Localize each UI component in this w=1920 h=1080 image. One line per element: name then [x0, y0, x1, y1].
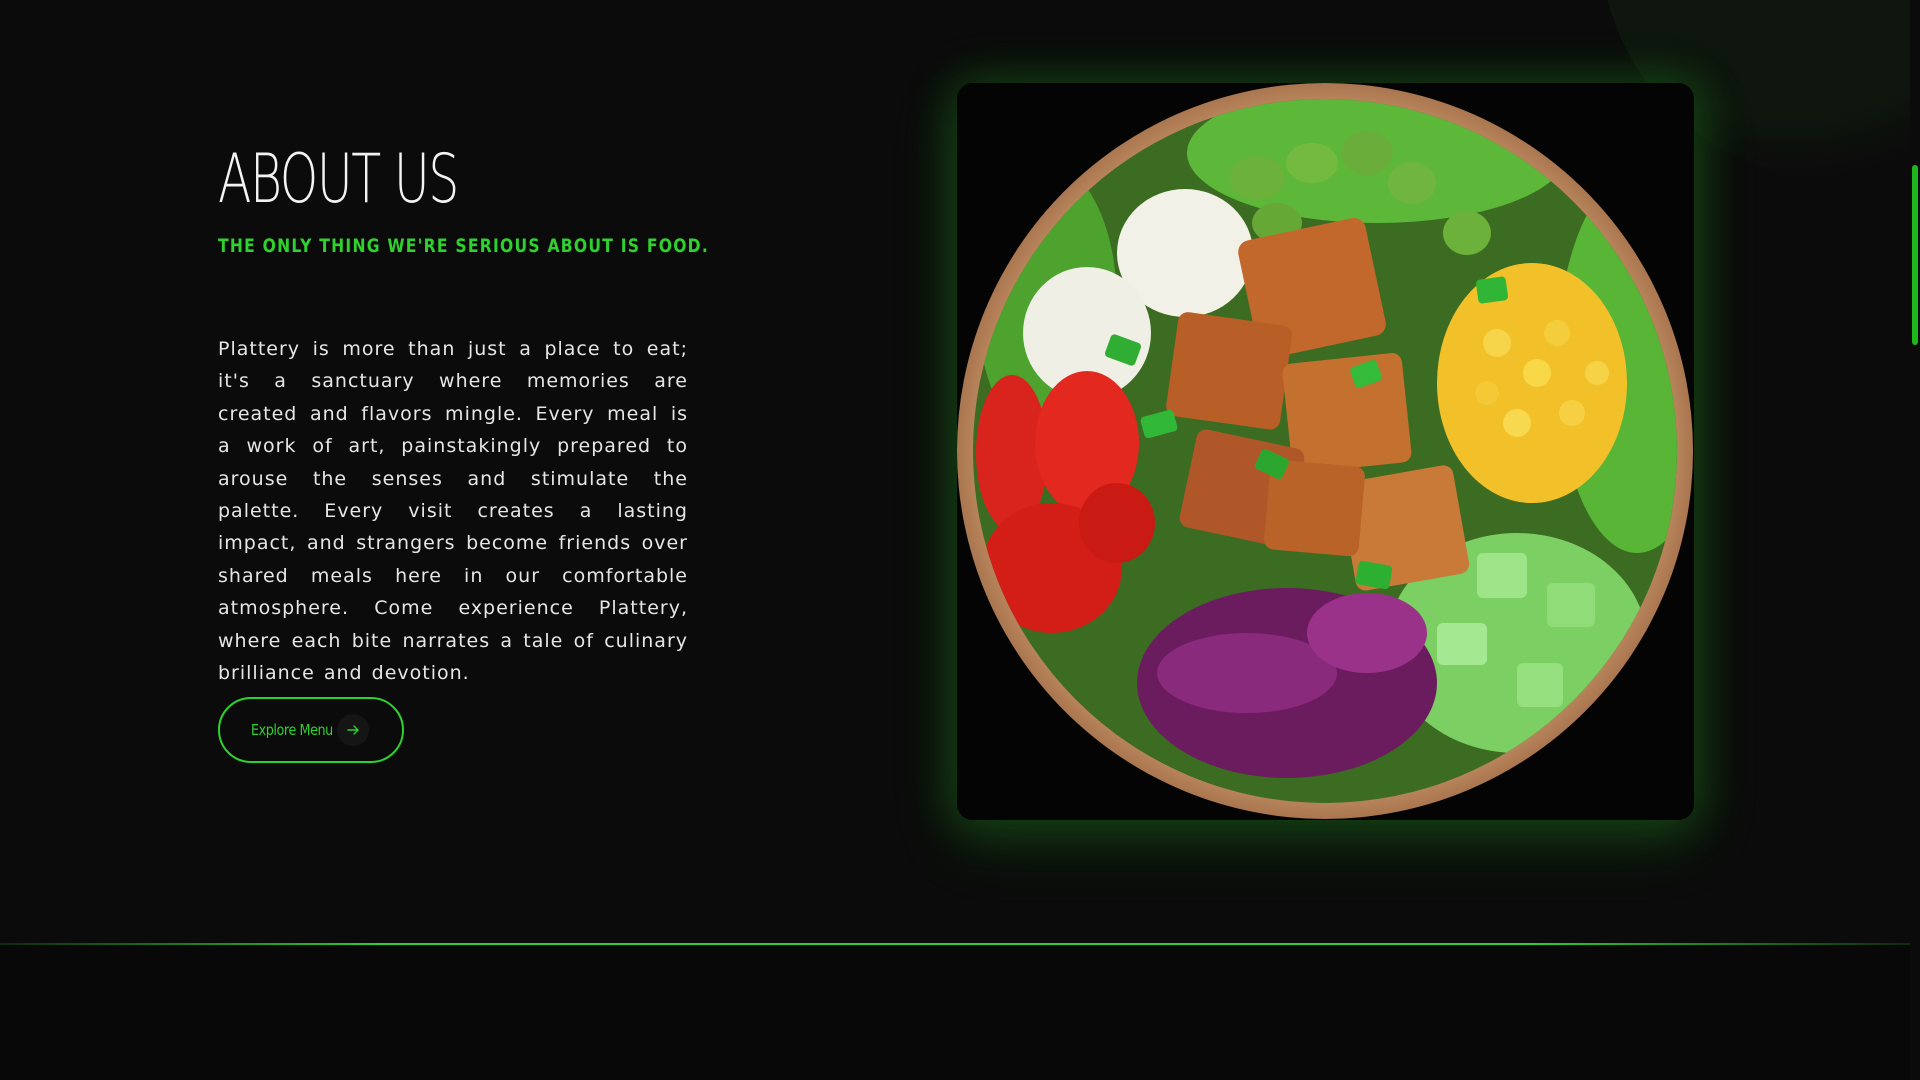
scrollbar-thumb[interactable] [1912, 165, 1918, 345]
salad-bowl-image [957, 83, 1694, 820]
explore-menu-label: Explore Menu [251, 721, 333, 739]
about-section: ABOUT US THE ONLY THING WE'RE SERIOUS AB… [0, 0, 1910, 945]
explore-menu-button[interactable]: Explore Menu [218, 697, 404, 763]
next-section [0, 945, 1920, 1080]
page-scrollbar[interactable] [1910, 0, 1920, 1080]
about-description: Plattery is more than just a place to ea… [218, 338, 688, 685]
arrow-right-icon [337, 714, 369, 746]
page-title: ABOUT US [218, 140, 459, 219]
section-subtitle: THE ONLY THING WE'RE SERIOUS ABOUT IS FO… [218, 235, 710, 257]
